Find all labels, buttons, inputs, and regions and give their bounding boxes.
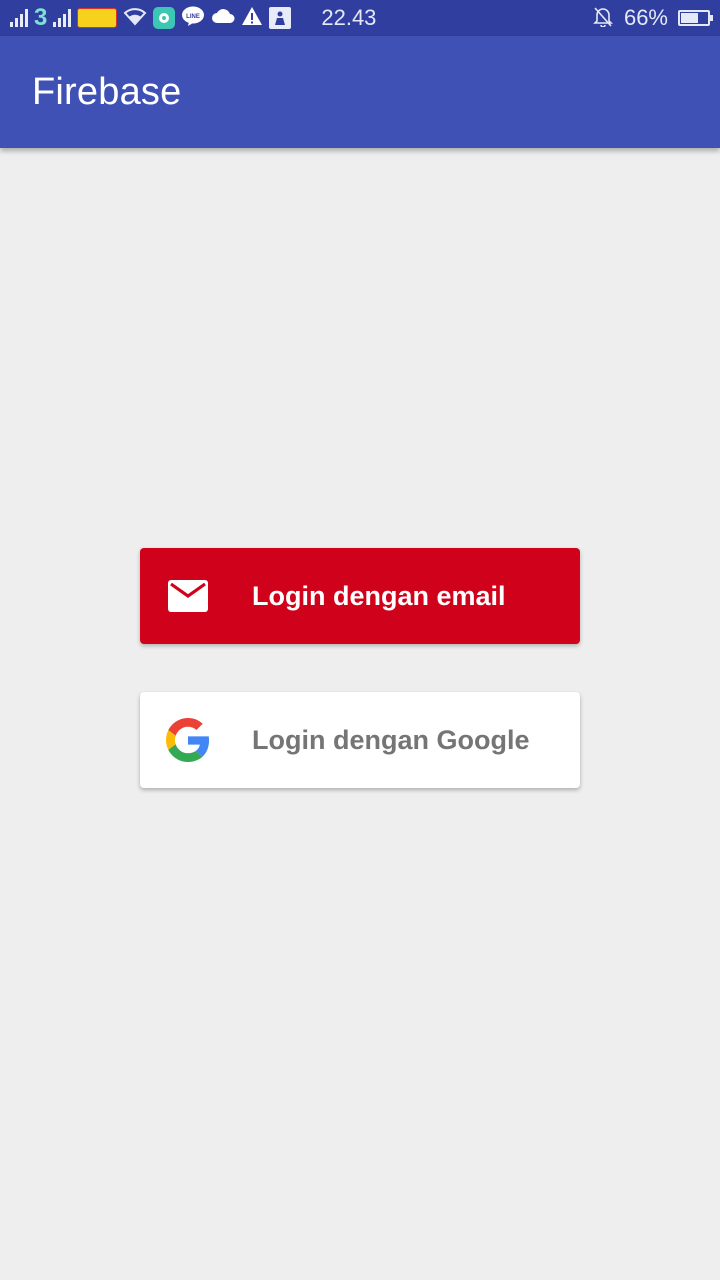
- download-icon: [269, 7, 292, 29]
- login-google-button[interactable]: Login dengan Google: [140, 692, 580, 788]
- status-bar: 3 LINE 22.43 66%: [0, 0, 720, 36]
- battery-level: [681, 13, 698, 23]
- carrier-3-icon: 3: [34, 4, 48, 31]
- status-icons-left: 3 LINE 22.43: [10, 5, 376, 32]
- app-bar: Firebase: [0, 36, 720, 148]
- warning-icon: [241, 6, 263, 31]
- battery-percent: 66%: [623, 5, 668, 30]
- signal-icon: [10, 9, 28, 27]
- cloud-icon: [211, 8, 235, 29]
- chat-app-icon: [153, 7, 176, 29]
- bell-muted-icon: [592, 5, 614, 32]
- app-title: Firebase: [32, 70, 182, 113]
- wifi-icon: [123, 6, 147, 31]
- indosat-ooredoo-icon: [77, 8, 118, 28]
- login-google-label: Login dengan Google: [252, 724, 530, 755]
- line-icon: LINE: [181, 5, 205, 32]
- battery-icon: [678, 10, 713, 26]
- login-email-label: Login dengan email: [252, 580, 506, 611]
- status-icons-right: 66%: [592, 5, 713, 32]
- mail-icon: [166, 574, 210, 618]
- login-email-button[interactable]: Login dengan email: [140, 548, 580, 644]
- google-g-icon: [166, 718, 210, 762]
- status-time: 22.43: [321, 5, 377, 30]
- svg-text:LINE: LINE: [187, 14, 201, 20]
- signal-icon: [53, 9, 72, 27]
